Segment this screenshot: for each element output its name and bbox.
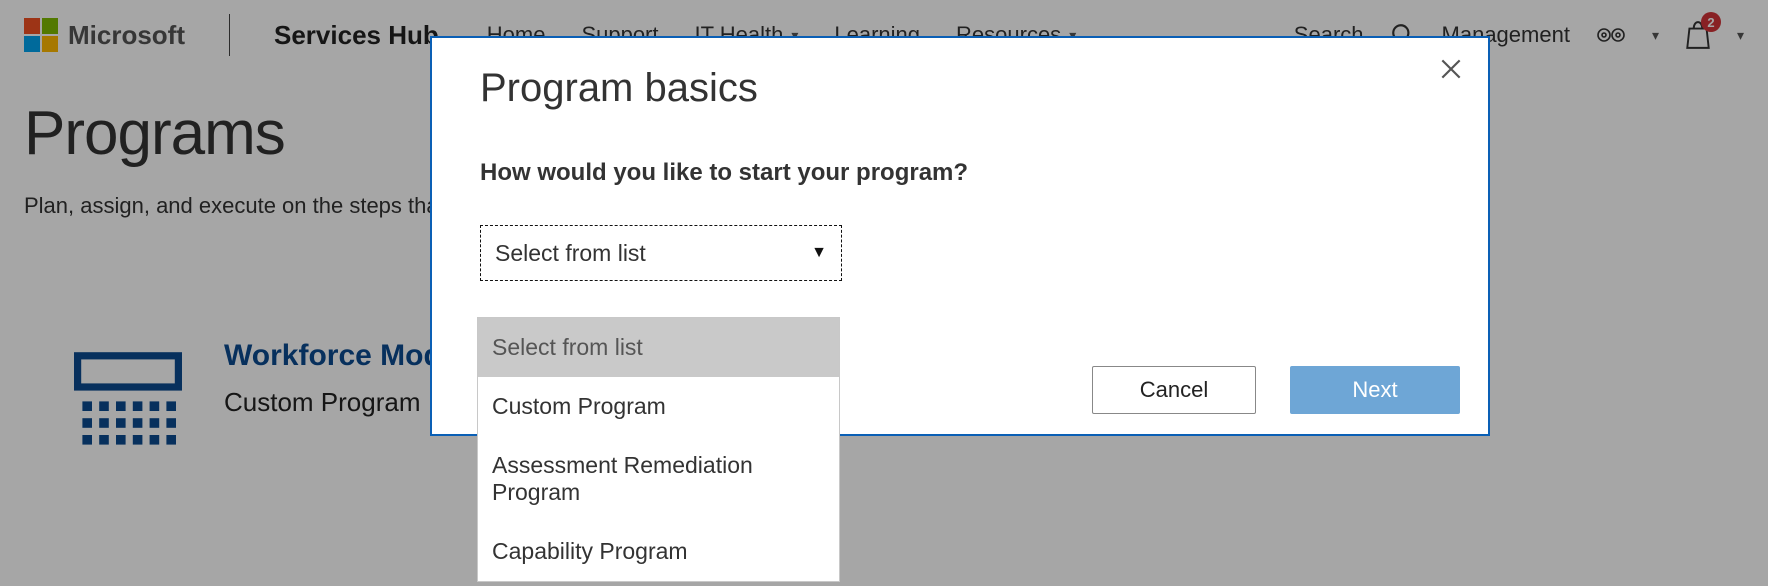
dropdown-option[interactable]: Custom Program bbox=[478, 377, 839, 436]
modal-actions: Cancel Next bbox=[1092, 366, 1460, 414]
dropdown-option[interactable]: Capability Program bbox=[478, 522, 839, 581]
modal-title: Program basics bbox=[480, 66, 1440, 111]
select-value: Select from list bbox=[495, 240, 646, 267]
modal-question: How would you like to start your program… bbox=[480, 159, 1440, 187]
cancel-button[interactable]: Cancel bbox=[1092, 366, 1256, 414]
close-icon bbox=[1438, 69, 1464, 86]
dropdown-option[interactable]: Assessment Remediation Program bbox=[478, 436, 839, 522]
program-start-select[interactable]: Select from list ▼ bbox=[480, 225, 842, 281]
next-button[interactable]: Next bbox=[1290, 366, 1460, 414]
caret-down-icon: ▼ bbox=[811, 244, 827, 262]
close-button[interactable] bbox=[1438, 56, 1464, 87]
dropdown-option-placeholder[interactable]: Select from list bbox=[478, 318, 839, 377]
program-start-dropdown: Select from list Custom Program Assessme… bbox=[477, 317, 840, 582]
